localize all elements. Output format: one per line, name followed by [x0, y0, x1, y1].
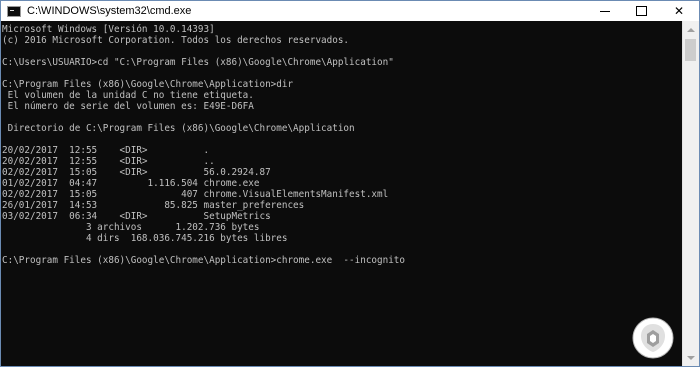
console-line: (c) 2016 Microsoft Corporation. Todos lo…	[2, 35, 350, 46]
console-line: Microsoft Windows [Versión 10.0.14393]	[2, 24, 215, 35]
console-line: 02/02/2017 15:05 <DIR> 56.0.2924.87	[2, 167, 271, 178]
close-button[interactable]: ✕	[659, 1, 699, 21]
console-line: 03/02/2017 06:34 <DIR> SetupMetrics	[2, 211, 271, 222]
title-bar[interactable]: C:\WINDOWS\system32\cmd.exe ✕	[1, 1, 699, 21]
window-title: C:\WINDOWS\system32\cmd.exe	[27, 5, 192, 17]
console-line: 20/02/2017 12:55 <DIR> .	[2, 145, 210, 156]
vertical-scrollbar[interactable]	[682, 21, 699, 366]
scrollbar-thumb[interactable]	[685, 39, 696, 61]
console-line: C:\Program Files (x86)\Google\Chrome\App…	[2, 79, 294, 90]
console-line: El número de serie del volumen es: E49E-…	[2, 101, 254, 112]
maximize-icon	[635, 6, 647, 16]
console-line: 01/02/2017 04:47 1.116.504 chrome.exe	[2, 178, 260, 189]
minimize-button[interactable]	[587, 1, 623, 21]
scroll-down-button[interactable]	[683, 349, 699, 366]
console-output[interactable]: Microsoft Windows [Versión 10.0.14393] (…	[1, 21, 682, 366]
console-line: El volumen de la unidad C no tiene etiqu…	[2, 90, 254, 101]
console-line: 26/01/2017 14:53 85.825 master_preferenc…	[2, 200, 305, 211]
console-line: 3 archivos 1.202.736 bytes	[2, 222, 260, 233]
close-icon: ✕	[673, 4, 685, 18]
maximize-button[interactable]	[623, 1, 659, 21]
scroll-up-button[interactable]	[683, 21, 699, 38]
console-line: 4 dirs 168.036.745.216 bytes libres	[2, 233, 288, 244]
cmd-console-icon[interactable]	[7, 5, 21, 17]
chevron-down-icon	[687, 355, 695, 360]
window-controls: ✕	[587, 1, 699, 21]
console-prompt-line[interactable]: C:\Program Files (x86)\Google\Chrome\App…	[2, 255, 682, 266]
site-logo-icon	[632, 317, 674, 359]
console-line: C:\Users\USUARIO>cd "C:\Program Files (x…	[2, 57, 394, 68]
cmd-window: C:\WINDOWS\system32\cmd.exe ✕ Microsoft …	[0, 0, 700, 367]
console-line: Directorio de C:\Program Files (x86)\Goo…	[2, 123, 355, 134]
console-line: 02/02/2017 15:05 407 chrome.VisualElemen…	[2, 189, 389, 200]
chevron-up-icon	[687, 27, 695, 32]
minimize-icon	[600, 10, 610, 12]
console-line: 20/02/2017 12:55 <DIR> ..	[2, 156, 215, 167]
